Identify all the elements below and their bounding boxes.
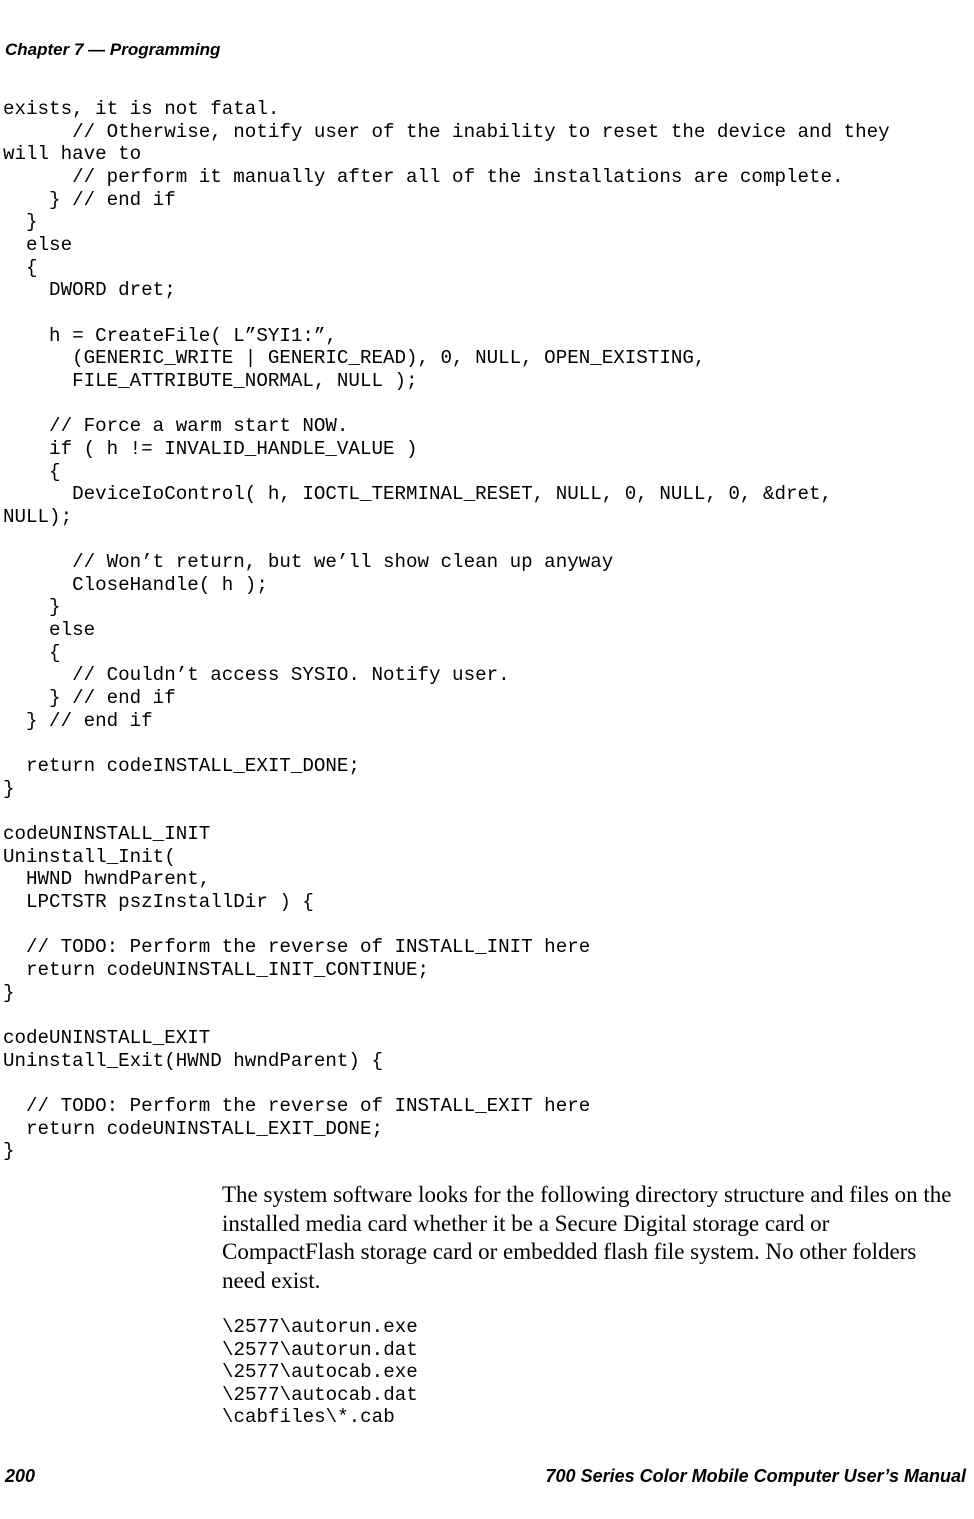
chapter-label: Chapter 7 [5,40,83,59]
page-footer: 200 700 Series Color Mobile Computer Use… [0,1466,974,1487]
file-list: \2577\autorun.exe \2577\autorun.dat \257… [0,1296,974,1429]
page-header: Chapter 7 — Programming [0,40,974,98]
body-paragraph: The system software looks for the follow… [0,1163,972,1296]
manual-title: 700 Series Color Mobile Computer User’s … [546,1466,966,1487]
page: Chapter 7 — Programming exists, it is no… [0,0,974,1519]
code-block: exists, it is not fatal. // Otherwise, n… [0,98,974,1163]
chapter-title: Programming [110,40,221,59]
header-separator: — [83,40,109,59]
page-number: 200 [5,1466,35,1487]
